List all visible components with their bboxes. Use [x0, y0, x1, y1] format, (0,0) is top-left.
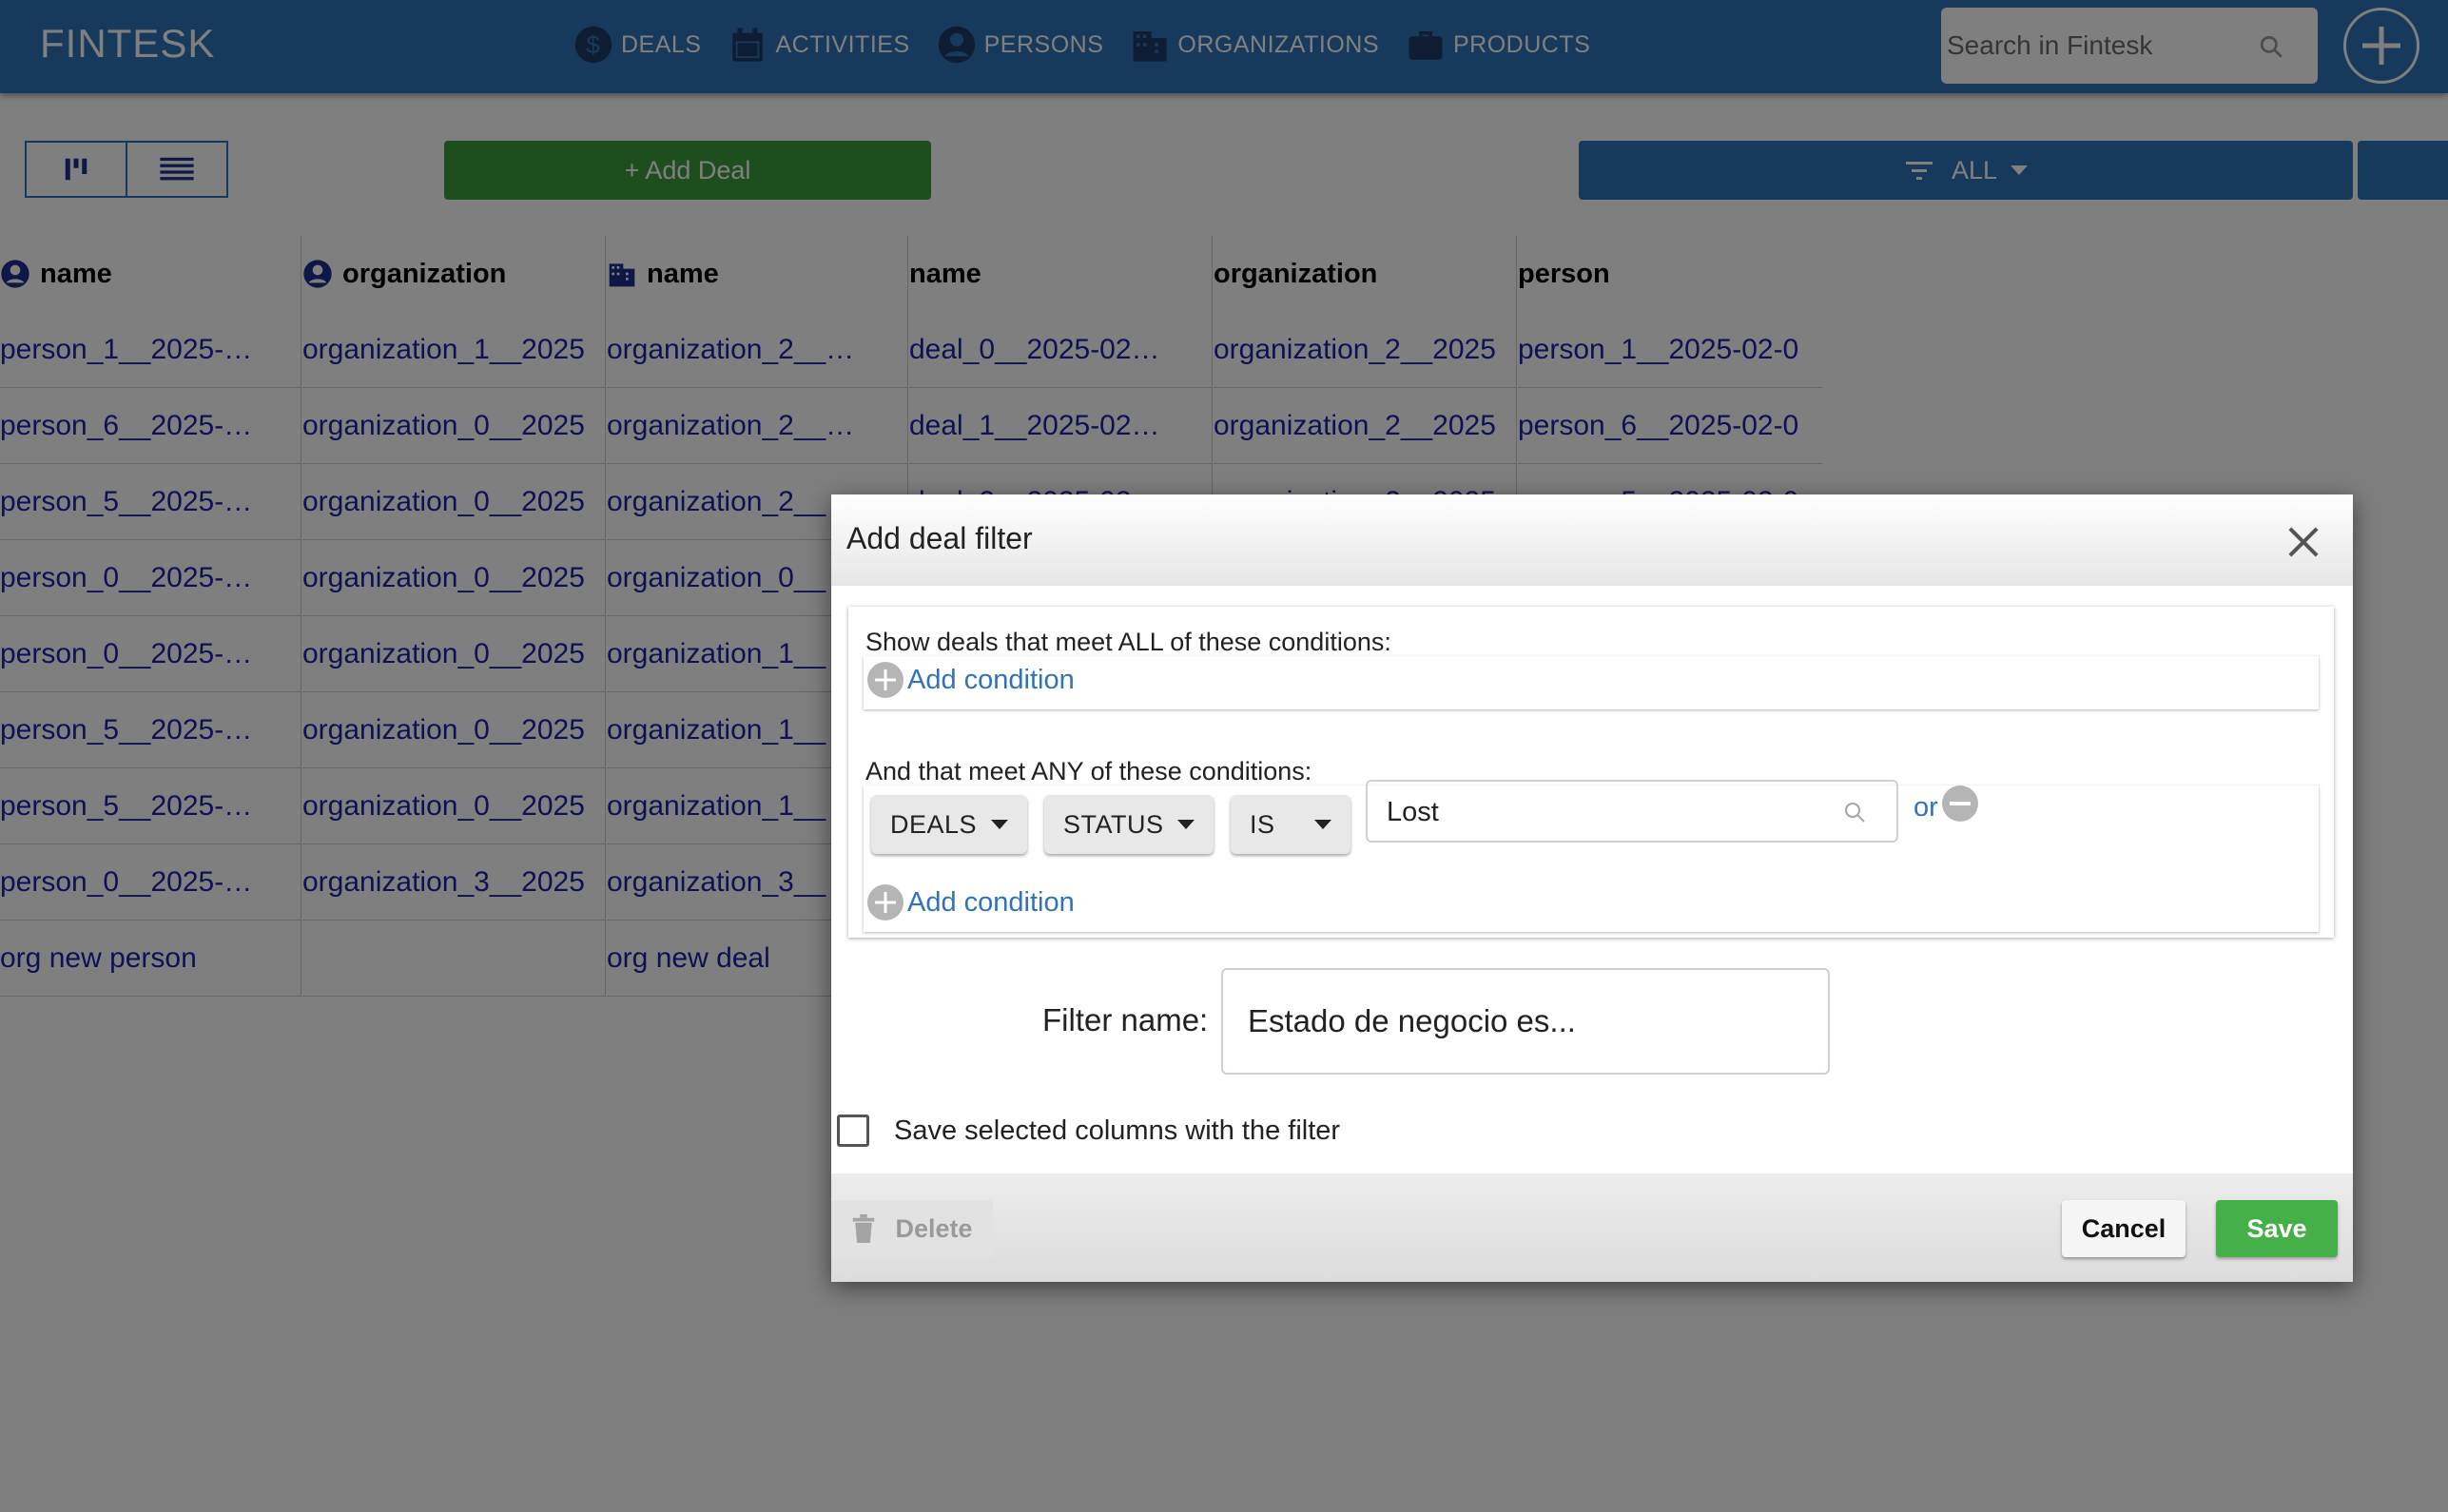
field-dropdown[interactable]: STATUS [1044, 795, 1214, 854]
add-condition-all[interactable]: Add condition [867, 662, 1075, 698]
condition-value-input[interactable] [1368, 782, 1845, 843]
filter-name-label: Filter name: [1042, 1002, 1209, 1037]
entity-dropdown-label: DEALS [890, 809, 978, 839]
or-condition-link[interactable]: or [1914, 792, 1938, 824]
field-dropdown-label: STATUS [1063, 809, 1164, 839]
all-conditions-group: Add condition [864, 656, 2319, 709]
delete-button[interactable]: Delete [831, 1200, 993, 1257]
save-button[interactable]: Save [2216, 1200, 2338, 1257]
plus-circle-icon [867, 884, 903, 921]
remove-condition-icon[interactable] [1942, 785, 1978, 822]
filter-name-input[interactable] [1221, 968, 1830, 1075]
plus-circle-icon [867, 662, 903, 698]
condition-value-field [1366, 780, 1898, 843]
save-columns-label: Save selected columns with the filter [894, 1115, 1341, 1146]
add-condition-label: Add condition [907, 664, 1075, 695]
add-condition-label: Add condition [907, 886, 1075, 918]
chevron-down-icon [1314, 820, 1331, 829]
delete-label: Delete [895, 1213, 973, 1243]
trash-icon [853, 1214, 875, 1243]
add-condition-any[interactable]: Add condition [867, 884, 1075, 921]
dialog-title: Add deal filter [846, 521, 1033, 555]
dialog-footer: Delete Cancel Save [831, 1173, 2353, 1282]
cancel-button[interactable]: Cancel [2062, 1200, 2186, 1257]
chevron-down-icon [991, 820, 1008, 829]
conditions-panel: Show deals that meet ALL of these condit… [848, 607, 2334, 938]
search-icon[interactable] [1843, 801, 1866, 824]
save-columns-checkbox[interactable] [837, 1115, 869, 1147]
all-conditions-label: Show deals that meet ALL of these condit… [865, 628, 1391, 656]
any-conditions-label: And that meet ANY of these conditions: [865, 757, 1312, 785]
close-icon[interactable] [2284, 523, 2322, 561]
operator-dropdown[interactable]: IS [1231, 795, 1350, 854]
dialog-header: Add deal filter [831, 494, 2353, 586]
add-deal-filter-dialog: Add deal filter Show deals that meet ALL… [831, 494, 2353, 1282]
operator-dropdown-label: IS [1250, 809, 1275, 839]
chevron-down-icon [1177, 820, 1195, 829]
entity-dropdown[interactable]: DEALS [871, 795, 1027, 854]
